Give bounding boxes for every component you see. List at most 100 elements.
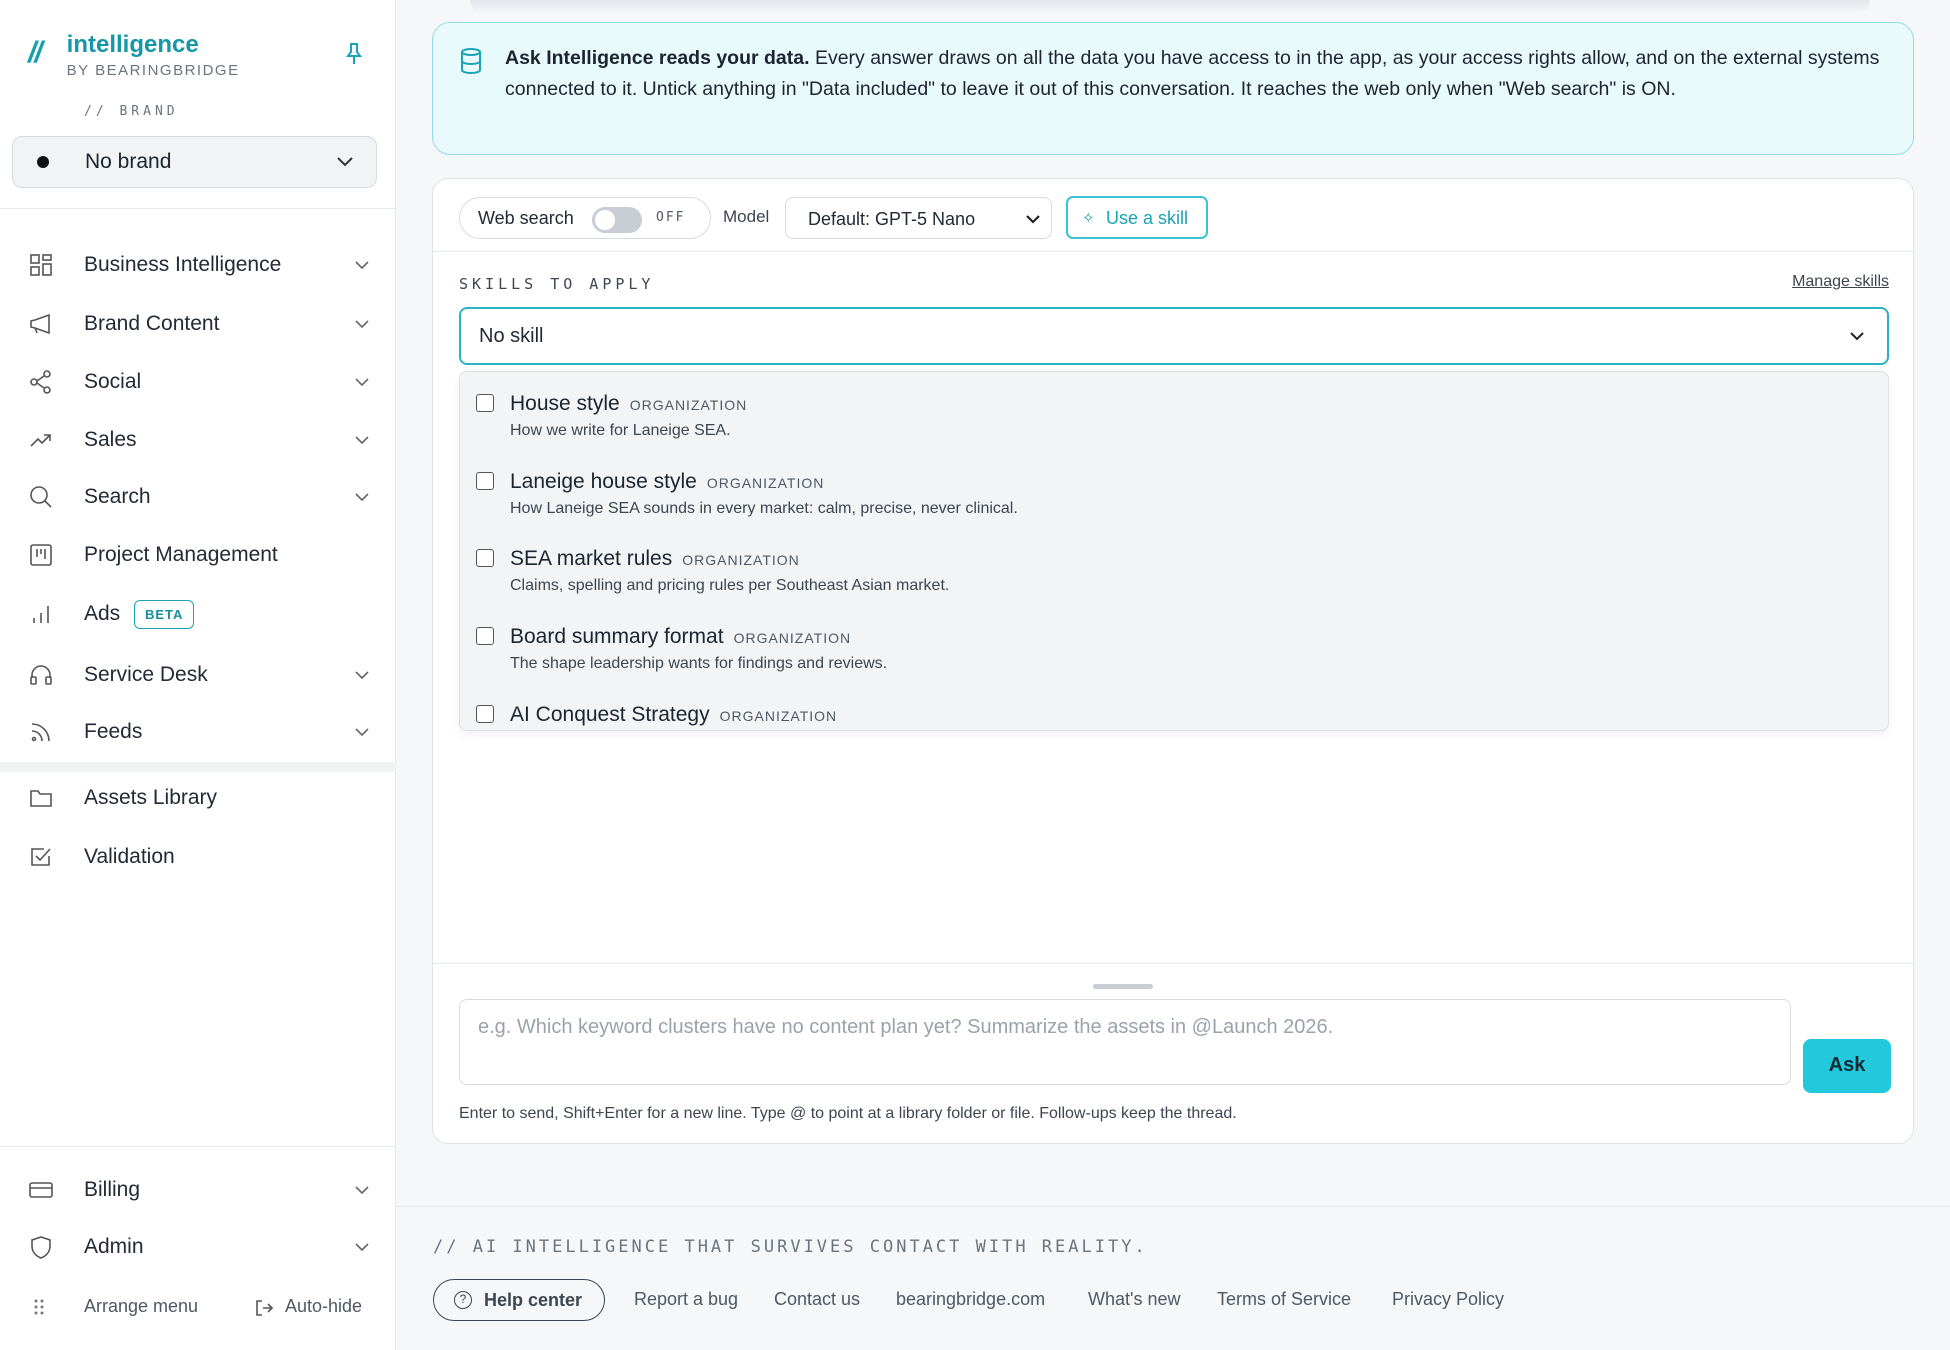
nav-item-social[interactable]: Social — [0, 357, 396, 407]
nav-item-business-intelligence[interactable]: Business Intelligence — [0, 240, 396, 290]
logout-icon — [256, 1300, 274, 1316]
share-icon — [30, 370, 51, 394]
skill-checkbox[interactable] — [476, 627, 494, 645]
skill-checkbox[interactable] — [476, 394, 494, 412]
shield-icon — [31, 1236, 51, 1259]
beta-badge: BETA — [134, 599, 195, 629]
manage-skills-link[interactable]: Manage skills — [1792, 273, 1889, 291]
sidebar: // intelligence BY BEARINGBRIDGE // BRAN… — [0, 0, 396, 1350]
nav-label: Validation — [84, 845, 175, 868]
skill-desc: How Laneige SEA sounds in every market: … — [510, 500, 1018, 517]
skill-option[interactable]: AI Conquest Strategy ORGANIZATION — [460, 683, 1888, 730]
ask-panel: Web search OFF Model Default: GPT-5 Nano… — [432, 178, 1914, 1144]
use-skill-button[interactable]: ✧ Use a skill — [1066, 196, 1208, 239]
info-banner: Ask Intelligence reads your data. Every … — [432, 22, 1914, 155]
megaphone-icon — [30, 313, 50, 335]
chevron-down-icon — [355, 728, 369, 737]
nav-item-search[interactable]: Search — [0, 472, 396, 522]
skill-dropdown-list[interactable]: House style ORGANIZATION How we write for… — [459, 371, 1889, 731]
nav-item-validation[interactable]: Validation — [0, 832, 396, 882]
skills-caption: SKILLS TO APPLY — [459, 275, 655, 293]
skill-option[interactable]: Laneige house style ORGANIZATION How Lane… — [460, 450, 1888, 528]
nav-item-service-desk[interactable]: Service Desk — [0, 650, 396, 700]
skill-option[interactable]: Board summary format ORGANIZATION The sha… — [460, 605, 1888, 683]
chevron-down-icon — [1026, 215, 1040, 224]
ask-button[interactable]: Ask — [1803, 1039, 1891, 1093]
trending-up-icon — [30, 434, 51, 447]
nav-item-admin[interactable]: Admin — [0, 1222, 396, 1272]
footer-link-terms[interactable]: Terms of Service — [1217, 1289, 1351, 1310]
brand-selected: No brand — [85, 150, 172, 173]
logo-title: intelligence — [66, 31, 199, 58]
footer-link-report-bug[interactable]: Report a bug — [634, 1289, 738, 1310]
footer-link-whats-new[interactable]: What's new — [1088, 1289, 1180, 1310]
skill-option[interactable]: House style ORGANIZATION How we write for… — [460, 372, 1888, 450]
nav-label: Admin — [84, 1235, 144, 1258]
skill-option[interactable]: SEA market rules ORGANIZATION Claims, spe… — [460, 527, 1888, 605]
prompt-placeholder: e.g. Which keyword clusters have no cont… — [478, 1016, 1334, 1038]
chevron-down-icon — [355, 1186, 369, 1195]
nav-item-billing[interactable]: Billing — [0, 1165, 396, 1215]
resize-grip[interactable] — [1093, 984, 1153, 989]
web-search-toggle[interactable] — [592, 207, 642, 233]
skill-checkbox[interactable] — [476, 705, 494, 723]
chevron-down-icon — [355, 671, 369, 680]
footer-link-contact[interactable]: Contact us — [774, 1289, 860, 1310]
footer-link-privacy[interactable]: Privacy Policy — [1392, 1289, 1504, 1310]
skill-checkbox[interactable] — [476, 472, 494, 490]
brand-dot-icon — [37, 156, 49, 168]
skill-title: Laneige house style — [510, 470, 697, 493]
nav-label: Social — [84, 370, 142, 393]
help-center-button[interactable]: ? Help center — [433, 1279, 605, 1321]
folder-icon — [30, 790, 52, 807]
drag-handle-icon — [34, 1299, 44, 1315]
nav-label: Feeds — [84, 720, 143, 743]
skill-scope: ORGANIZATION — [706, 475, 825, 491]
toolbar-divider — [433, 251, 1913, 252]
kanban-icon — [30, 544, 52, 566]
nav-label: Billing — [84, 1178, 141, 1201]
nav-item-brand-content[interactable]: Brand Content — [0, 299, 396, 349]
nav-item-sales[interactable]: Sales — [0, 415, 396, 465]
chevron-down-icon — [337, 157, 353, 167]
headset-icon — [30, 665, 52, 685]
skill-scope: ORGANIZATION — [719, 708, 838, 724]
composer-hint: Enter to send, Shift+Enter for a new lin… — [459, 1105, 1237, 1122]
sidebar-footer: Arrange menu Auto-hide — [0, 1290, 396, 1324]
database-icon — [461, 48, 481, 75]
arrange-menu-button[interactable]: Arrange menu — [84, 1296, 198, 1317]
skill-title: AI Conquest Strategy — [510, 703, 710, 726]
nav-item-feeds[interactable]: Feeds — [0, 707, 396, 757]
chevron-down-icon — [355, 436, 369, 445]
skill-checkbox[interactable] — [476, 549, 494, 567]
help-center-label: Help center — [484, 1290, 583, 1310]
nav-label: Service Desk — [84, 663, 208, 686]
web-search-toggle-group[interactable]: Web search OFF — [459, 197, 711, 239]
skill-title: House style — [510, 392, 620, 415]
web-search-label: Web search — [478, 208, 574, 228]
footer-tagline: // AI INTELLIGENCE THAT SURVIVES CONTACT… — [433, 1237, 1148, 1257]
skill-selected: No skill — [479, 325, 544, 347]
info-bold: Ask Intelligence reads your data. — [505, 47, 810, 69]
nav-item-project-management[interactable]: Project Management — [0, 530, 396, 580]
brand-select[interactable]: No brand — [12, 136, 377, 188]
bar-chart-icon — [33, 606, 49, 623]
nav-label: Brand Content — [84, 312, 220, 335]
model-select[interactable]: Default: GPT-5 Nano — [785, 197, 1052, 239]
model-value: Default: GPT-5 Nano — [808, 209, 976, 229]
skill-desc: The shape leadership wants for findings … — [510, 655, 888, 672]
use-skill-label: Use a skill — [1106, 208, 1189, 228]
nav-separator — [0, 762, 396, 772]
app-logo[interactable]: // intelligence BY BEARINGBRIDGE — [28, 31, 240, 80]
skill-title: Board summary format — [510, 625, 724, 648]
footer-link-website[interactable]: bearingbridge.com — [896, 1289, 1045, 1310]
nav-item-assets-library[interactable]: Assets Library — [0, 773, 396, 823]
composer-divider — [433, 963, 1913, 964]
ask-label: Ask — [1828, 1054, 1866, 1076]
pin-icon[interactable] — [344, 42, 364, 66]
nav-item-ads[interactable]: Ads BETA — [0, 589, 396, 639]
nav-label: Assets Library — [84, 786, 218, 809]
auto-hide-button[interactable]: Auto-hide — [285, 1296, 362, 1317]
prompt-input[interactable]: e.g. Which keyword clusters have no cont… — [459, 999, 1791, 1085]
skill-select[interactable]: No skill — [459, 307, 1889, 365]
